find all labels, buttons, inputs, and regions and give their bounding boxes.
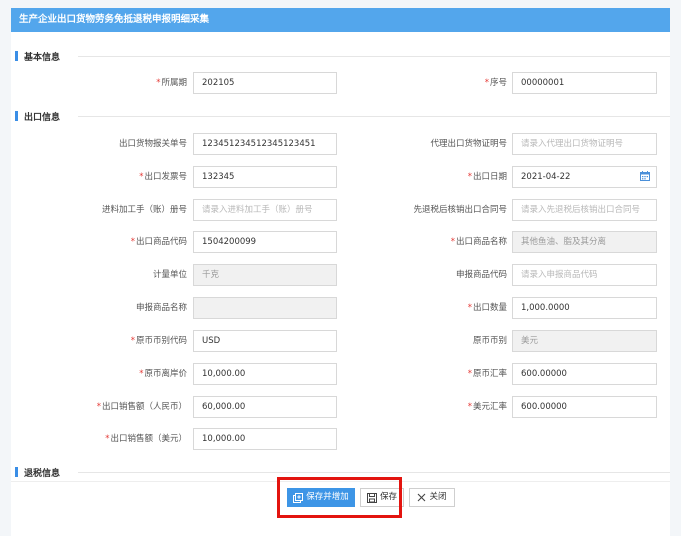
currency-label: 原币币别	[472, 336, 507, 346]
declare-code-field[interactable]: 请录入申报商品代码	[512, 264, 657, 286]
page: 生产企业出口货物劳务免抵退税申报明细采集 基本信息 *所属期 202105 *序…	[0, 0, 681, 536]
declare-code-label: 申报商品代码	[455, 270, 507, 280]
quantity-field[interactable]: 1,000.0000	[512, 297, 657, 319]
close-label: 关闭	[429, 492, 447, 502]
goods-name-label: *出口商品名称	[450, 237, 507, 247]
section-divider	[78, 116, 670, 117]
currency-field: 美元	[512, 330, 657, 352]
sales-usd-label: *出口销售额（美元）	[105, 434, 187, 444]
pre-refund-contract-field[interactable]: 请录入先退税后核销出口合同号	[512, 199, 657, 221]
agent-cert-field[interactable]: 请录入代理出口货物证明号	[512, 133, 657, 155]
period-field[interactable]: 202105	[193, 72, 337, 94]
fob-label: *原币离岸价	[139, 369, 187, 379]
export-date-value: 2021-04-22	[521, 172, 571, 182]
sales-rmb-label: *出口销售额（人民币）	[96, 402, 187, 412]
seq-label: *序号	[484, 78, 507, 88]
close-icon	[417, 493, 426, 502]
customs-no-field[interactable]: 123451234512345123451	[193, 133, 337, 155]
sales-rmb-field[interactable]: 60,000.00	[193, 396, 337, 418]
unit-label: 计量单位	[152, 270, 187, 280]
agent-cert-label: 代理出口货物证明号	[430, 139, 507, 149]
period-label: *所属期	[156, 78, 187, 88]
currency-code-field[interactable]: USD	[193, 330, 337, 352]
goods-name-field: 其他鱼油、脂及其分离	[512, 231, 657, 253]
rate-field[interactable]: 600.00000	[512, 363, 657, 385]
usd-rate-label: *美元汇率	[467, 402, 507, 412]
quantity-label: *出口数量	[467, 303, 507, 313]
invoice-no-label: *出口发票号	[139, 172, 187, 182]
goods-code-label: *出口商品代码	[130, 237, 187, 247]
invoice-no-field[interactable]: 132345	[193, 166, 337, 188]
seq-field[interactable]: 00000001	[512, 72, 657, 94]
section-refund-info-label: 退税信息	[24, 468, 61, 479]
section-marker	[15, 467, 18, 477]
processing-manual-field[interactable]: 请录入进料加工手（账）册号	[193, 199, 337, 221]
section-export-info: 出口信息	[15, 109, 60, 123]
form-title: 生产企业出口货物劳务免抵退税申报明细采集	[11, 8, 670, 32]
section-divider	[78, 56, 670, 57]
declare-name-label: 申报商品名称	[135, 303, 187, 313]
fob-field[interactable]: 10,000.00	[193, 363, 337, 385]
section-basic-info-label: 基本信息	[24, 52, 61, 63]
sales-usd-field[interactable]: 10,000.00	[193, 428, 337, 450]
processing-manual-label: 进料加工手（账）册号	[101, 205, 187, 215]
pre-refund-contract-label: 先退税后核销出口合同号	[413, 205, 507, 215]
customs-no-label: 出口货物报关单号	[118, 139, 187, 149]
export-date-label: *出口日期	[467, 172, 507, 182]
usd-rate-field[interactable]: 600.00000	[512, 396, 657, 418]
section-marker	[15, 51, 18, 61]
section-refund-info: 退税信息	[15, 465, 60, 479]
rate-label: *原币汇率	[467, 369, 507, 379]
currency-code-label: *原币币别代码	[130, 336, 187, 346]
section-marker	[15, 111, 18, 121]
declare-name-field	[193, 297, 337, 319]
unit-field: 千克	[193, 264, 337, 286]
goods-code-field[interactable]: 1504200099	[193, 231, 337, 253]
highlight-annotation-box	[277, 477, 402, 518]
export-date-field[interactable]: 2021-04-22	[512, 166, 657, 188]
close-button[interactable]: 关闭	[409, 488, 455, 507]
section-divider	[78, 472, 670, 473]
section-basic-info: 基本信息	[15, 49, 60, 63]
calendar-icon[interactable]	[640, 171, 650, 181]
section-export-info-label: 出口信息	[24, 112, 61, 123]
